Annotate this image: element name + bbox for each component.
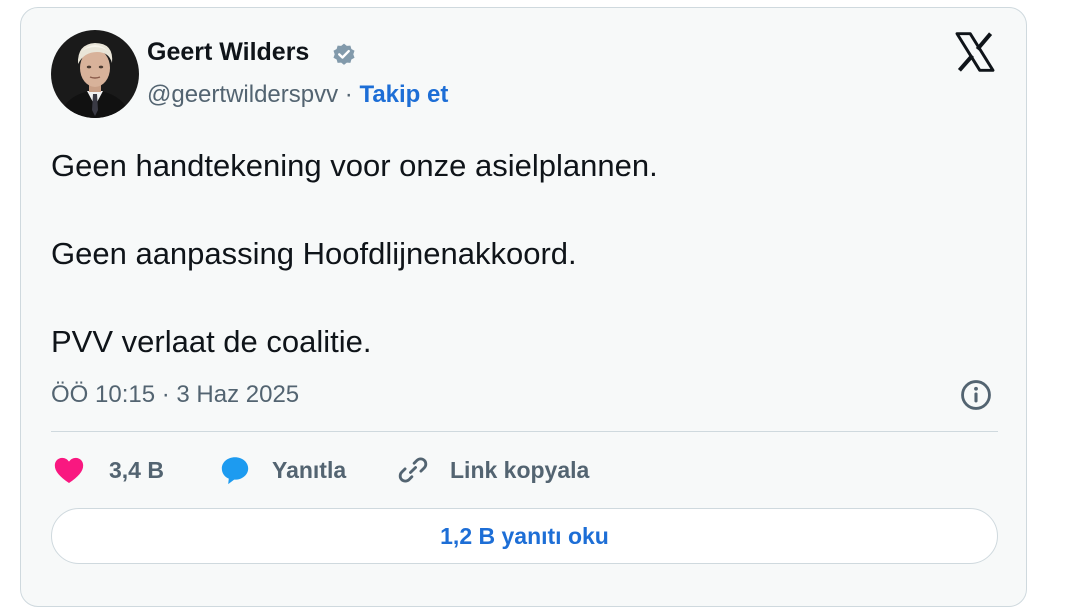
tweet-text-line: Geen aanpassing Hoofdlijnenakkoord. (51, 236, 577, 271)
reply-button[interactable]: Yanıtla (217, 453, 346, 487)
info-icon[interactable] (959, 378, 993, 412)
author-handle[interactable]: @geertwilderspvv (147, 81, 338, 108)
tweet-card: Geert Wilders @geertwilderspvv · Takip e… (20, 7, 1027, 607)
copy-link-button[interactable]: Link kopyala (395, 453, 589, 487)
link-chain-icon (398, 457, 428, 483)
avatar[interactable] (51, 30, 139, 118)
like-count: 3,4 B (109, 456, 164, 483)
copy-link-label: Link kopyala (450, 456, 590, 483)
divider (51, 431, 998, 432)
read-replies-button[interactable]: 1,2 B yanıtı oku (51, 508, 998, 564)
tweet-timestamp[interactable]: ÖÖ 10:15 · 3 Haz 2025 (51, 381, 299, 409)
reply-label: Yanıtla (272, 456, 347, 483)
x-logo-icon[interactable] (953, 30, 997, 74)
handle-separator: · (338, 81, 360, 108)
like-button[interactable]: 3,4 B (51, 453, 164, 487)
heart-icon (54, 457, 84, 484)
avatar-photo (51, 30, 139, 118)
tweet-text-line: Geen handtekening voor onze asielplannen… (51, 148, 658, 183)
author-name[interactable]: Geert Wilders (147, 38, 309, 67)
follow-link[interactable]: Takip et (359, 81, 448, 108)
author-handle-line: @geertwilderspvv · Takip et (147, 81, 448, 109)
tweet-text-line: PVV verlaat de coalitie. (51, 324, 372, 359)
verified-badge-icon (333, 43, 355, 65)
speech-bubble-icon (221, 457, 249, 485)
